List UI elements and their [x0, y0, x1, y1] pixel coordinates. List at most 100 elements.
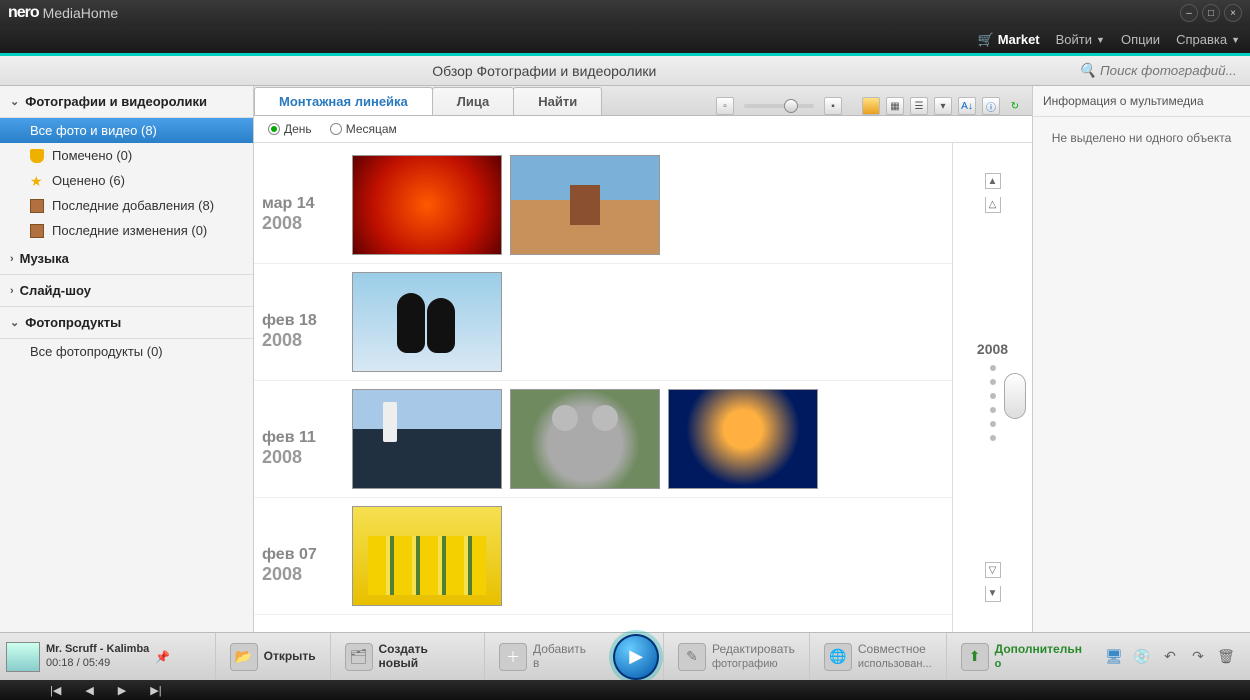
- track-time: 00:18 / 05:49: [46, 657, 149, 670]
- rewind-button[interactable]: ◀: [85, 684, 93, 697]
- image-icon: [30, 224, 44, 238]
- minimize-button[interactable]: –: [1180, 4, 1198, 22]
- open-button[interactable]: 📂Открыть: [215, 633, 330, 680]
- sidebar-item-rated[interactable]: ★Оценено (6): [0, 168, 253, 193]
- search-box[interactable]: 🔍: [1079, 62, 1240, 79]
- timeline-dot[interactable]: [990, 421, 996, 427]
- view-grid-button[interactable]: ▦: [886, 97, 904, 115]
- info-toggle-button[interactable]: ⓘ: [982, 97, 1000, 115]
- chevron-right-icon: ›: [10, 253, 14, 265]
- edit-photo-button[interactable]: ✎Редактироватьфотографию: [663, 633, 809, 680]
- tab-find[interactable]: Найти: [513, 87, 602, 115]
- chevron-down-icon: ▼: [1096, 35, 1105, 45]
- more-button[interactable]: ⬆Дополнительно: [946, 633, 1096, 680]
- radio-day[interactable]: День: [268, 122, 312, 136]
- zoom-out-button[interactable]: ▫: [716, 97, 734, 115]
- slider-thumb[interactable]: [784, 99, 798, 113]
- sidebar-item-all-products[interactable]: Все фотопродукты (0): [0, 339, 253, 364]
- pin-icon[interactable]: 📌: [155, 650, 169, 664]
- timeline-up-button[interactable]: △: [985, 197, 1001, 213]
- edit-icon: ✎: [678, 643, 706, 671]
- photo-thumb[interactable]: [510, 155, 660, 255]
- chevron-down-icon: ⌄: [10, 95, 19, 108]
- photo-thumb[interactable]: [668, 389, 818, 489]
- search-icon: 🔍: [1079, 62, 1096, 79]
- search-input[interactable]: [1100, 63, 1240, 78]
- timeline-dot[interactable]: [990, 365, 996, 371]
- login-menu[interactable]: Войти▼: [1056, 32, 1105, 47]
- help-menu[interactable]: Справка▼: [1176, 32, 1240, 47]
- prev-track-button[interactable]: |◀: [50, 684, 61, 697]
- image-icon: [30, 199, 44, 213]
- market-link[interactable]: 🛒 Market: [978, 32, 1040, 48]
- scroll-area: мар 142008 фев 182008 фев 112008: [254, 143, 1032, 632]
- now-playing: Mr. Scruff - Kalimba 00:18 / 05:49 📌: [6, 642, 215, 672]
- tab-faces[interactable]: Лица: [432, 87, 515, 115]
- timeline-down-button[interactable]: ▽: [985, 562, 1001, 578]
- timeline-bottom-button[interactable]: ▼: [985, 586, 1001, 602]
- sidebar-item-recent-added[interactable]: Последние добавления (8): [0, 193, 253, 218]
- view-thumb-button[interactable]: [862, 97, 880, 115]
- chevron-down-icon: ⌄: [10, 316, 19, 329]
- sidebar-section-music[interactable]: ›Музыка: [0, 243, 253, 275]
- sort-button[interactable]: A↓: [958, 97, 976, 115]
- right-buttons: 🖥 💿 ↶ ↷ 🗑: [1096, 647, 1244, 667]
- timeline-handle[interactable]: [1004, 373, 1026, 419]
- content: Монтажная линейка Лица Найти ▫ ▪ ▦ ☰ ▾ A…: [254, 86, 1032, 632]
- options-menu[interactable]: Опции: [1121, 32, 1160, 47]
- play-pause-button[interactable]: ▶: [118, 684, 126, 697]
- music-bar: |◀ ◀ ▶ ▶|: [0, 680, 1250, 700]
- timeline-dot[interactable]: [990, 393, 996, 399]
- timeline-dot[interactable]: [990, 407, 996, 413]
- market-label: Market: [998, 32, 1040, 47]
- photo-thumb[interactable]: [352, 272, 502, 372]
- view-list-button[interactable]: ☰: [910, 97, 928, 115]
- photo-thumb[interactable]: [510, 389, 660, 489]
- album-art[interactable]: [6, 642, 40, 672]
- view-toolbar: ▫ ▪ ▦ ☰ ▾ A↓ ⓘ ↻: [708, 97, 1032, 115]
- timeline-dot[interactable]: [990, 379, 996, 385]
- sidebar-item-tagged[interactable]: Помечено (0): [0, 143, 253, 168]
- burn-icon[interactable]: 💿: [1132, 647, 1152, 667]
- titlebar: nero MediaHome – □ ×: [0, 0, 1250, 26]
- sidebar-section-photos[interactable]: ⌄Фотографии и видеоролики: [0, 86, 253, 118]
- create-new-button[interactable]: 🗂Создать новый: [330, 633, 484, 680]
- rotate-left-icon[interactable]: ↶: [1160, 647, 1180, 667]
- sidebar-item-all[interactable]: Все фото и видео (8): [0, 118, 253, 143]
- tab-timeline[interactable]: Монтажная линейка: [254, 87, 433, 115]
- chevron-right-icon: ›: [10, 285, 14, 297]
- track-title: Mr. Scruff - Kalimba: [46, 643, 149, 656]
- photo-grid: мар 142008 фев 182008 фев 112008: [254, 143, 952, 632]
- radio-month[interactable]: Месяцам: [330, 122, 397, 136]
- share-button[interactable]: 🌐Совместноеиспользован...: [809, 633, 946, 680]
- info-panel: Информация о мультимедиа Не выделено ни …: [1032, 86, 1250, 632]
- chevron-down-icon: ▼: [1231, 35, 1240, 45]
- sidebar-section-photoproducts[interactable]: ⌄Фотопродукты: [0, 307, 253, 339]
- add-to-button[interactable]: ＋Добавить в: [484, 633, 609, 680]
- play-button[interactable]: ▶: [613, 634, 659, 680]
- app-logo: nero: [8, 4, 39, 22]
- sidebar: ⌄Фотографии и видеоролики Все фото и вид…: [0, 86, 254, 632]
- photo-thumb[interactable]: [352, 155, 502, 255]
- sidebar-section-slideshow[interactable]: ›Слайд-шоу: [0, 275, 253, 307]
- timeline-dot[interactable]: [990, 435, 996, 441]
- zoom-in-button[interactable]: ▪: [824, 97, 842, 115]
- timeline-year: 2008: [977, 341, 1008, 357]
- share-icon: 🌐: [824, 643, 852, 671]
- device-icon[interactable]: 🖥: [1104, 647, 1124, 667]
- next-track-button[interactable]: ▶|: [150, 684, 161, 697]
- group-button[interactable]: ▾: [934, 97, 952, 115]
- close-button[interactable]: ×: [1224, 4, 1242, 22]
- delete-icon[interactable]: 🗑: [1216, 647, 1236, 667]
- refresh-button[interactable]: ↻: [1006, 97, 1024, 115]
- date-label: мар 142008: [262, 155, 352, 234]
- rotate-right-icon[interactable]: ↷: [1188, 647, 1208, 667]
- maximize-button[interactable]: □: [1202, 4, 1220, 22]
- menubar: 🛒 Market Войти▼ Опции Справка▼: [0, 26, 1250, 56]
- plus-icon: ＋: [499, 643, 527, 671]
- zoom-slider[interactable]: [744, 104, 814, 108]
- sidebar-item-recent-changed[interactable]: Последние изменения (0): [0, 218, 253, 243]
- photo-thumb[interactable]: [352, 389, 502, 489]
- timeline-top-button[interactable]: ▲: [985, 173, 1001, 189]
- photo-thumb[interactable]: [352, 506, 502, 606]
